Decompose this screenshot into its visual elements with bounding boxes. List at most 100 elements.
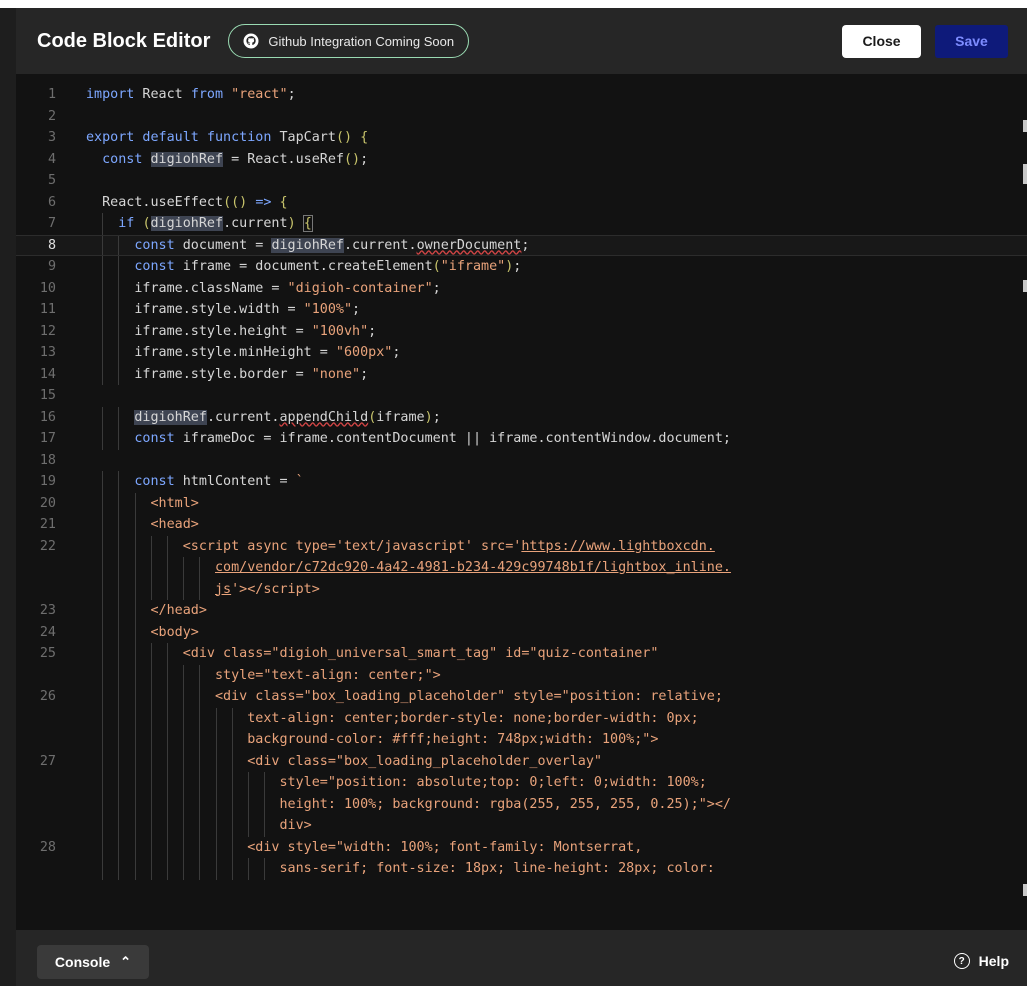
code-line[interactable]: 3 export default function TapCart() { [16,127,1027,149]
code-text: </head> [150,603,207,618]
code-text: <div class="box_loading_placeholder_over… [247,753,602,769]
line-number: 11 [39,302,56,317]
github-icon [243,33,259,49]
line-number: 3 [47,130,56,145]
code-text: const htmlContent = ` [134,474,304,489]
console-toggle-button[interactable]: Console ⌃ [37,945,149,979]
code-line[interactable]: 16 digiohRef.current.appendChild(iframe)… [16,406,1027,428]
code-line[interactable]: 22 <script async type='text/javascript' … [16,535,1027,557]
code-text: <html> [150,495,199,511]
code-line[interactable]: 20 <html> [16,492,1027,514]
code-line[interactable]: js'></script> [16,578,1027,600]
line-number: 13 [39,345,56,360]
code-line[interactable]: 27 <div class="box_loading_placeholder_o… [16,750,1027,772]
console-bar: Console ⌃ ? Help [16,930,1027,986]
line-number: 24 [39,624,56,640]
code-line[interactable]: sans-serif; font-size: 18px; line-height… [16,858,1027,880]
line-number: 14 [39,366,56,382]
line-number: 17 [39,431,56,446]
page-title: Code Block Editor [37,29,211,52]
code-text: iframe.style.height = "100vh"; [86,323,377,339]
code-line[interactable]: 21 <head> [16,514,1027,536]
code-text: div> [279,818,312,833]
code-text: import React from "react"; [86,87,296,102]
code-text: iframe.style.minHeight = "600px"; [86,345,401,360]
code-line[interactable]: background-color: #fff;height: 748px;wid… [16,729,1027,751]
code-text: if (digiohRef.current) { [118,215,313,232]
code-text: com/vendor/c72dc920-4a42-4981-b234-429c9… [215,560,731,575]
code-text: const iframe = document.createElement("i… [134,259,522,274]
code-text: <div class="box_loading_placeholder" sty… [215,689,723,704]
chevron-up-icon: ⌃ [120,954,132,969]
code-line[interactable]: div> [16,815,1027,837]
scroll-marker [1023,884,1027,896]
code-line[interactable]: 8 const document = digiohRef.current.own… [16,234,1027,256]
save-button[interactable]: Save [935,24,1008,58]
code-line[interactable]: 9 const iframe = document.createElement(… [16,256,1027,278]
code-line[interactable]: 1 import React from "react"; [16,84,1027,106]
code-line[interactable]: 6 React.useEffect(() => { [16,192,1027,214]
code-line[interactable]: 5 [16,170,1027,192]
code-text: const iframeDoc = iframe.contentDocument… [134,431,731,446]
scroll-marker [1023,164,1027,184]
code-text: height: 100%; background: rgba(255, 255,… [279,796,731,812]
line-number: 15 [39,388,56,403]
question-icon: ? [953,953,970,969]
code-line[interactable]: 15 [16,385,1027,407]
code-line[interactable]: 23 </head> [16,600,1027,622]
code-line[interactable]: 14 iframe.style.border = "none"; [16,363,1027,385]
code-text: iframe.className = "digioh-container"; [86,280,441,296]
code-line[interactable]: 7 if (digiohRef.current) { [16,213,1027,235]
line-number: 21 [39,517,56,532]
code-text: style="position: absolute;top: 0;left: 0… [279,775,707,790]
scroll-marker [1023,280,1027,292]
help-label: Help [978,953,1009,969]
code-text: iframe.style.width = "100%"; [86,302,361,317]
github-pill-label: Github Integration Coming Soon [268,33,455,49]
line-number: 25 [39,646,56,661]
code-text: digiohRef.current.appendChild(iframe); [134,409,441,425]
code-line[interactable]: text-align: center;border-style: none;bo… [16,707,1027,729]
code-line[interactable]: 25 <div class="digioh_universal_smart_ta… [16,643,1027,665]
code-line[interactable]: 10 iframe.className = "digioh-container"… [16,277,1027,299]
code-line[interactable]: 11 iframe.style.width = "100%"; [16,299,1027,321]
code-line[interactable]: 19 const htmlContent = ` [16,471,1027,493]
code-text: iframe.style.border = "none"; [86,366,369,382]
code-editor[interactable]: 1 import React from "react"; 2 3 export defa… [16,74,1027,930]
code-line[interactable]: 24 <body> [16,621,1027,643]
line-number: 28 [39,839,56,855]
console-label: Console [54,954,111,970]
line-number: 9 [47,259,56,274]
code-text: <body> [150,624,199,640]
line-number: 2 [47,108,56,124]
code-text: js'></script> [215,581,320,597]
code-line[interactable]: 2 [16,106,1027,128]
code-text: background-color: #fff;height: 748px;wid… [247,732,659,747]
code-lines[interactable]: 1 import React from "react"; 2 3 export defa… [16,84,1027,880]
line-number: 18 [39,452,56,468]
close-button[interactable]: Close [842,24,921,58]
code-line[interactable]: 13 iframe.style.minHeight = "600px"; [16,342,1027,364]
code-line[interactable]: 4 const digiohRef = React.useRef(); [16,149,1027,171]
code-line[interactable]: 28 <div style="width: 100%; font-family:… [16,836,1027,858]
line-number: 4 [47,151,56,167]
line-number: 22 [39,538,56,554]
code-text: text-align: center;border-style: none;bo… [247,710,699,726]
code-text: sans-serif; font-size: 18px; line-height… [279,861,715,876]
editor-header: Code Block Editor Github Integration Com… [16,8,1027,74]
code-line[interactable]: 12 iframe.style.height = "100vh"; [16,320,1027,342]
code-line[interactable]: height: 100%; background: rgba(255, 255,… [16,793,1027,815]
code-line[interactable]: com/vendor/c72dc920-4a42-4981-b234-429c9… [16,557,1027,579]
code-line[interactable]: 18 [16,450,1027,472]
code-line[interactable]: style="text-align: center;"> [16,664,1027,686]
line-number: 5 [47,173,56,188]
code-line[interactable]: 26 <div class="box_loading_placeholder" … [16,686,1027,708]
code-line[interactable]: 17 const iframeDoc = iframe.contentDocum… [16,428,1027,450]
line-number: 10 [39,280,56,296]
code-line[interactable]: style="position: absolute;top: 0;left: 0… [16,772,1027,794]
line-number: 1 [47,87,56,102]
line-number: 19 [39,474,56,489]
line-number: 23 [39,603,56,618]
help-button[interactable]: ? Help [953,953,1009,969]
line-number: 27 [39,753,56,769]
